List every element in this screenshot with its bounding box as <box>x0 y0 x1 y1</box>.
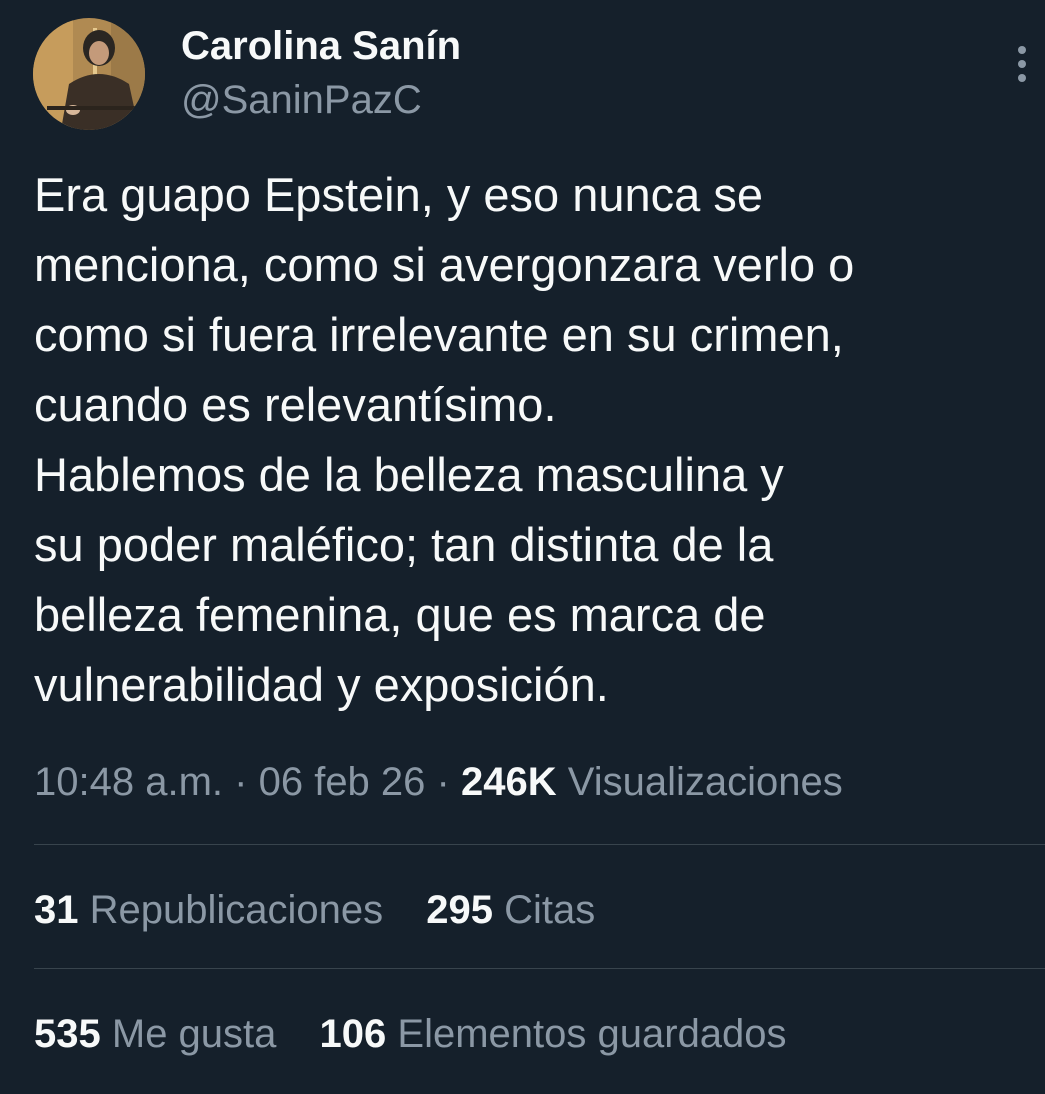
tweet-text-line: vulnerabilidad y exposición. <box>34 658 609 711</box>
tweet-text-line: cuando es relevantísimo. <box>34 378 557 431</box>
bookmarks-stat[interactable]: 106 Elementos guardados <box>320 1006 787 1062</box>
stats-row-likes-bookmarks: 535 Me gusta 106 Elementos guardados <box>34 1006 819 1062</box>
more-vertical-icon <box>1018 60 1026 68</box>
reposts-label: Republicaciones <box>89 888 384 932</box>
quotes-label: Citas <box>504 888 596 932</box>
reposts-stat[interactable]: 31 Republicaciones <box>34 882 383 938</box>
tweet-time[interactable]: 10:48 a.m. <box>34 760 223 804</box>
likes-count: 535 <box>34 1012 101 1056</box>
tweet-text-line: menciona, como si avergonzara verlo o <box>34 238 855 291</box>
bookmarks-count: 106 <box>319 1012 387 1056</box>
tweet-text-line: Era guapo Epstein, y eso nunca se <box>34 168 763 221</box>
author-handle[interactable]: @SaninPazC <box>181 76 422 124</box>
tweet-text-line: como si fuera irrelevante en su crimen, <box>34 308 844 361</box>
views-count[interactable]: 246K <box>461 760 557 804</box>
more-vertical-icon <box>1018 74 1026 82</box>
meta-separator: · <box>234 760 248 804</box>
avatar[interactable] <box>33 18 145 130</box>
bookmarks-label: Elementos guardados <box>397 1012 787 1056</box>
tweet-date[interactable]: 06 feb 26 <box>259 760 426 804</box>
quotes-count: 295 <box>426 888 494 932</box>
more-vertical-icon <box>1018 46 1026 54</box>
tweet-text-line: Hablemos de la belleza masculina y <box>34 448 784 501</box>
tweet-text-line: su poder maléfico; tan distinta de la <box>34 518 774 571</box>
likes-label: Me gusta <box>111 1012 277 1056</box>
avatar-photo <box>33 18 145 130</box>
tweet-text: Era guapo Epstein, y eso nunca se mencio… <box>34 160 1034 720</box>
views-label[interactable]: Visualizaciones <box>568 760 843 804</box>
stats-row-reposts-quotes: 31 Republicaciones 295 Citas <box>34 882 627 938</box>
author-display-name[interactable]: Carolina Sanín <box>181 22 461 70</box>
tweet-text-line: belleza femenina, que es marca de <box>34 588 766 641</box>
meta-separator: · <box>436 760 450 804</box>
divider <box>34 844 1045 845</box>
more-options-button[interactable] <box>1006 44 1040 84</box>
reposts-count: 31 <box>34 888 79 932</box>
quotes-stat[interactable]: 295 Citas <box>426 882 595 938</box>
tweet-metadata: 10:48 a.m. · 06 feb 26 · 246K Visualizac… <box>34 754 843 810</box>
divider <box>34 968 1045 969</box>
likes-stat[interactable]: 535 Me gusta <box>34 1006 276 1062</box>
